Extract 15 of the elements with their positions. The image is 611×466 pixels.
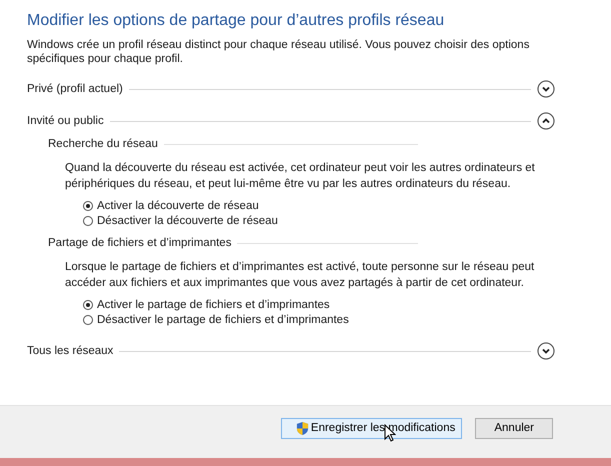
radio-label: Activer la découverte de réseau bbox=[97, 200, 259, 212]
group-heading: Partage de fichiers et d’imprimantes bbox=[48, 237, 232, 249]
section-heading: Privé (profil actuel) bbox=[27, 83, 123, 95]
group-description: Quand la découverte du réseau est activée, cet ordinateur peut voir les autres ordinateurs et périphériques du réseau, et peut lui-même être vu par les autres ordinateurs du réseau. bbox=[65, 161, 535, 192]
radio-label: Activer le partage de fichiers et d’imprimantes bbox=[97, 299, 330, 311]
section-heading: Invité ou public bbox=[27, 115, 104, 127]
section-heading: Tous les réseaux bbox=[27, 345, 114, 357]
save-button[interactable]: Enregistrer les modifications bbox=[280, 418, 462, 438]
page-title: Modifier les options de partage pour d’autres profils réseau bbox=[27, 12, 446, 30]
cancel-button[interactable]: Annuler bbox=[475, 418, 553, 438]
group-heading: Recherche du réseau bbox=[48, 138, 158, 150]
group-description: Lorsque le partage de fichiers et d’imprimantes est activé, toute personne sur le réseau peut accéder aux fichiers et aux imprimantes que vous avez partagés à partir de cet ordinateur. bbox=[65, 260, 535, 291]
radio-label: Désactiver le partage de fichiers et d’imprimantes bbox=[97, 314, 349, 326]
radio-label: Désactiver la découverte de réseau bbox=[97, 215, 278, 227]
description-text: Windows crée un profil réseau distinct pour chaque réseau utilisé. Vous pouvez choisir des options spécifiques pour chaque profil. bbox=[27, 38, 530, 66]
